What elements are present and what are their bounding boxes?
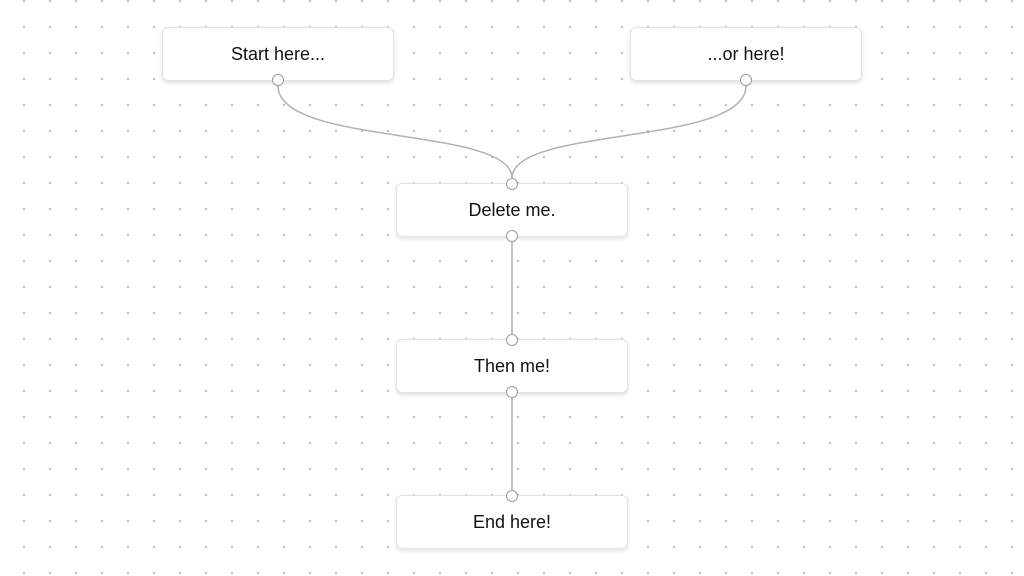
node-label: Delete me. bbox=[468, 199, 556, 220]
node-label: ...or here! bbox=[707, 43, 785, 64]
node-label: End here! bbox=[472, 511, 552, 532]
source-handle[interactable] bbox=[272, 74, 284, 86]
edge-start-to-delete[interactable] bbox=[277, 85, 513, 179]
target-handle[interactable] bbox=[506, 490, 518, 502]
target-handle[interactable] bbox=[506, 334, 518, 346]
node-start[interactable]: Start here... bbox=[162, 27, 394, 86]
flow-canvas[interactable]: Start here... ...or here! Delete me. The… bbox=[0, 0, 1024, 576]
node-label: Then me! bbox=[473, 355, 551, 376]
edge-or-to-delete[interactable] bbox=[511, 85, 747, 179]
node-then[interactable]: Then me! bbox=[396, 334, 628, 398]
node-label: Start here... bbox=[230, 43, 326, 64]
source-handle[interactable] bbox=[506, 386, 518, 398]
target-handle[interactable] bbox=[506, 178, 518, 190]
source-handle[interactable] bbox=[740, 74, 752, 86]
source-handle[interactable] bbox=[506, 230, 518, 242]
node-or[interactable]: ...or here! bbox=[630, 27, 862, 86]
node-end[interactable]: End here! bbox=[396, 490, 628, 549]
node-delete[interactable]: Delete me. bbox=[396, 178, 628, 242]
